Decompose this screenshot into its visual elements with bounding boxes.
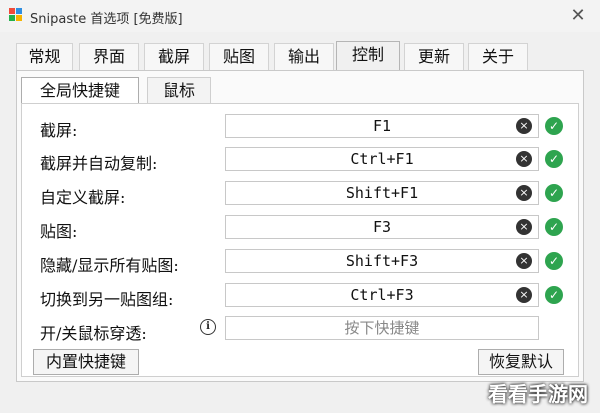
check-icon: ✓ — [545, 286, 563, 304]
hotkey-label-paste: 贴图: — [40, 222, 78, 241]
tab-paste[interactable]: 贴图 — [209, 43, 269, 70]
hotkey-field-custom-capture[interactable]: Shift+F1 — [225, 181, 539, 205]
hotkey-label-mouse-passthrough: 开/关鼠标穿透: — [40, 324, 147, 343]
hotkey-label-toggle-pastes: 隐藏/显示所有贴图: — [40, 256, 179, 275]
hotkey-field-switch-group[interactable]: Ctrl+F3 — [225, 283, 539, 307]
clear-icon[interactable]: × — [516, 253, 532, 269]
hotkey-field-capture[interactable]: F1 — [225, 114, 539, 138]
tab-output[interactable]: 输出 — [274, 43, 334, 70]
hotkey-label-capture: 截屏: — [40, 121, 78, 140]
tab-control[interactable]: 控制 — [336, 41, 400, 70]
check-icon: ✓ — [545, 218, 563, 236]
tab-capture[interactable]: 截屏 — [144, 43, 204, 70]
builtin-hotkeys-button[interactable]: 内置快捷键 — [33, 349, 139, 375]
tab-general[interactable]: 常规 — [16, 43, 73, 70]
hotkey-field-toggle-pastes[interactable]: Shift+F3 — [225, 249, 539, 273]
hotkey-label-custom-capture: 自定义截屏: — [40, 188, 126, 207]
subtab-global-hotkeys[interactable]: 全局快捷键 — [21, 77, 139, 103]
check-icon: ✓ — [545, 184, 563, 202]
window-title: Snipaste 首选项 [免费版] — [30, 12, 183, 27]
info-icon[interactable]: i — [200, 319, 216, 335]
check-icon: ✓ — [545, 150, 563, 168]
clear-icon[interactable]: × — [516, 151, 532, 167]
subtab-mouse[interactable]: 鼠标 — [147, 77, 211, 103]
title-bar: Snipaste 首选项 [免费版] ✕ — [0, 0, 600, 32]
clear-icon[interactable]: × — [516, 287, 532, 303]
tab-interface[interactable]: 界面 — [79, 43, 139, 70]
hotkey-field-mouse-passthrough[interactable]: 按下快捷键 — [225, 316, 539, 340]
watermark: 看看手游网 — [488, 382, 588, 406]
check-icon: ✓ — [545, 117, 563, 135]
hotkey-label-capture-copy: 截屏并自动复制: — [40, 154, 158, 173]
clear-icon[interactable]: × — [516, 219, 532, 235]
check-icon: ✓ — [545, 252, 563, 270]
hotkey-field-paste[interactable]: F3 — [225, 215, 539, 239]
tab-about[interactable]: 关于 — [468, 43, 528, 70]
tab-update[interactable]: 更新 — [404, 43, 464, 70]
clear-icon[interactable]: × — [516, 118, 532, 134]
hotkey-label-switch-group: 切换到另一贴图组: — [40, 290, 174, 309]
close-button[interactable]: ✕ — [566, 4, 590, 28]
restore-defaults-button[interactable]: 恢复默认 — [478, 349, 564, 375]
hotkey-field-capture-copy[interactable]: Ctrl+F1 — [225, 147, 539, 171]
snipaste-logo-icon — [9, 8, 23, 22]
clear-icon[interactable]: × — [516, 185, 532, 201]
